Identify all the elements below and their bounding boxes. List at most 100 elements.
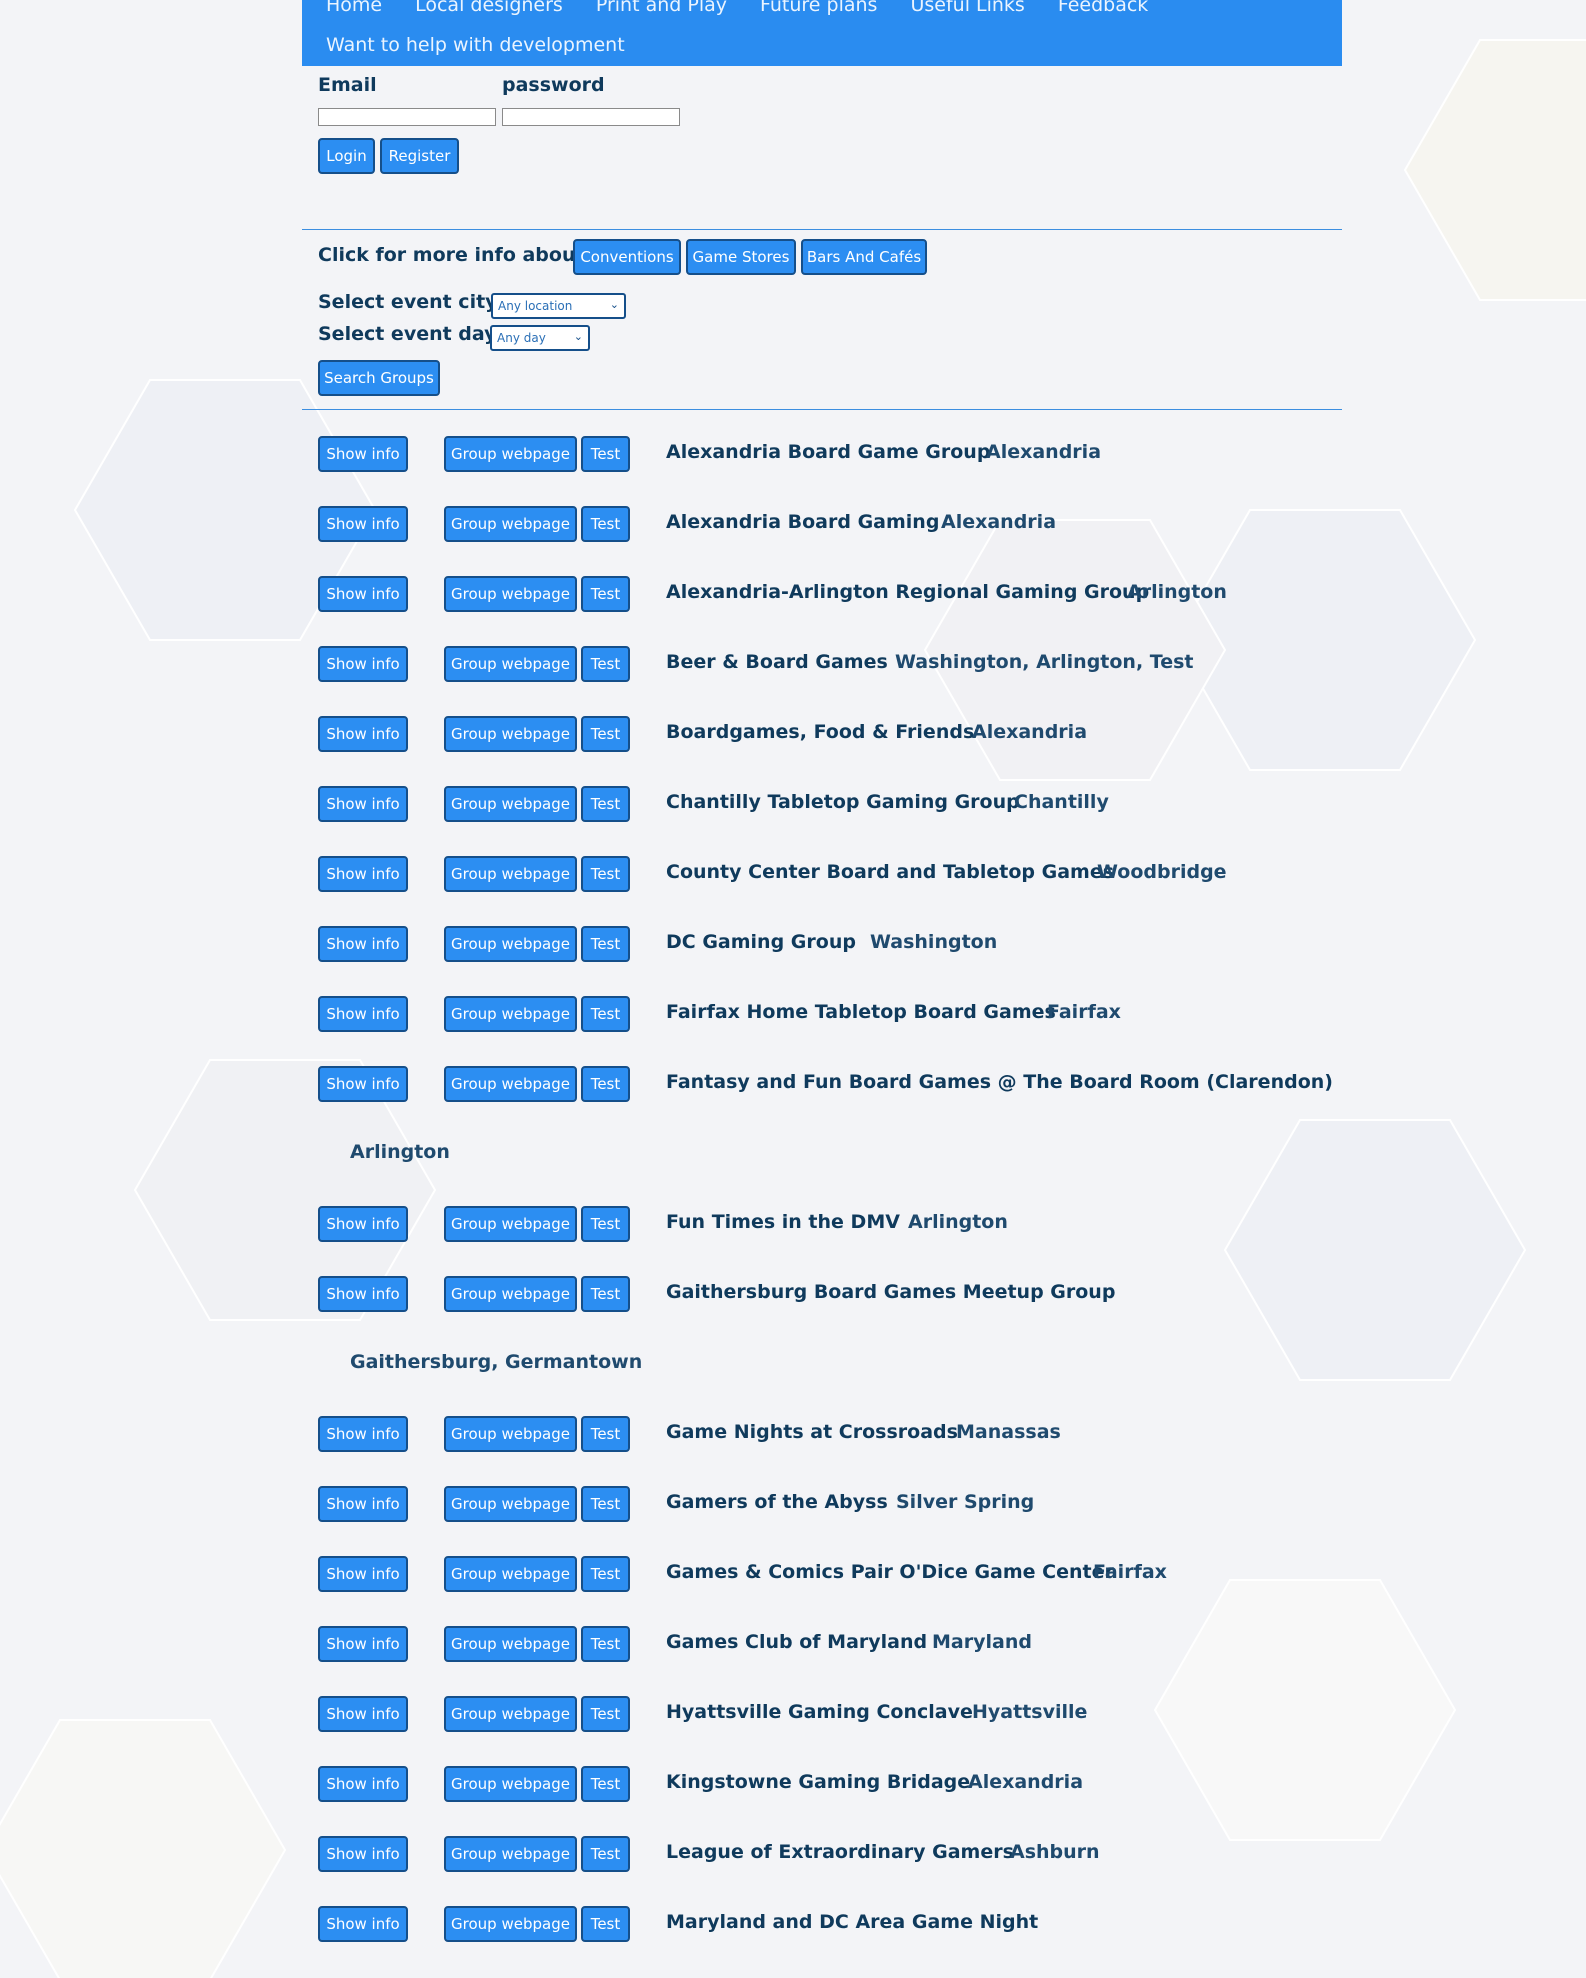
show-info-button[interactable]: Show info bbox=[318, 716, 408, 752]
bars-and-cafes-button[interactable]: Bars And Cafés bbox=[801, 239, 927, 275]
group-name: Games & Comics Pair O'Dice Game Center bbox=[666, 1561, 1114, 1583]
group-webpage-button[interactable]: Group webpage bbox=[444, 786, 577, 822]
show-info-button[interactable]: Show info bbox=[318, 1066, 408, 1102]
divider-top bbox=[302, 229, 1342, 230]
nav-future-plans[interactable]: Future plans bbox=[760, 0, 877, 16]
group-webpage-button[interactable]: Group webpage bbox=[444, 1766, 577, 1802]
chevron-down-icon: ⌄ bbox=[609, 298, 619, 311]
group-webpage-button[interactable]: Group webpage bbox=[444, 506, 577, 542]
group-webpage-button[interactable]: Group webpage bbox=[444, 1696, 577, 1732]
test-button[interactable]: Test bbox=[581, 646, 630, 682]
test-button[interactable]: Test bbox=[581, 1486, 630, 1522]
day-select[interactable]: Any day ⌄ bbox=[490, 325, 590, 351]
group-name: Gaithersburg Board Games Meetup Group bbox=[666, 1281, 1116, 1303]
test-button[interactable]: Test bbox=[581, 1066, 630, 1102]
search-groups-button[interactable]: Search Groups bbox=[318, 360, 440, 396]
show-info-button[interactable]: Show info bbox=[318, 996, 408, 1032]
nav-home[interactable]: Home bbox=[326, 0, 382, 16]
divider-bottom bbox=[302, 409, 1342, 410]
group-webpage-button[interactable]: Group webpage bbox=[444, 1416, 577, 1452]
nav-feedback[interactable]: Feedback bbox=[1058, 0, 1148, 16]
password-field[interactable] bbox=[502, 108, 680, 126]
group-webpage-button[interactable]: Group webpage bbox=[444, 1206, 577, 1242]
group-webpage-button[interactable]: Group webpage bbox=[444, 436, 577, 472]
group-name: Kingstowne Gaming Bridage bbox=[666, 1771, 971, 1793]
test-button[interactable]: Test bbox=[581, 856, 630, 892]
show-info-button[interactable]: Show info bbox=[318, 436, 408, 472]
nav-local-designers[interactable]: Local designers bbox=[415, 0, 563, 16]
group-webpage-button[interactable]: Group webpage bbox=[444, 1556, 577, 1592]
group-webpage-button[interactable]: Group webpage bbox=[444, 576, 577, 612]
show-info-button[interactable]: Show info bbox=[318, 1696, 408, 1732]
group-webpage-button[interactable]: Group webpage bbox=[444, 1906, 577, 1942]
show-info-button[interactable]: Show info bbox=[318, 1766, 408, 1802]
show-info-button[interactable]: Show info bbox=[318, 506, 408, 542]
show-info-button[interactable]: Show info bbox=[318, 1416, 408, 1452]
group-city: Arlington bbox=[1127, 581, 1227, 603]
group-webpage-button[interactable]: Group webpage bbox=[444, 856, 577, 892]
nav-print-and-play[interactable]: Print and Play bbox=[596, 0, 727, 16]
test-button[interactable]: Test bbox=[581, 1206, 630, 1242]
password-label: password bbox=[502, 74, 605, 96]
group-name: Game Nights at Crossroads bbox=[666, 1421, 958, 1443]
group-webpage-button[interactable]: Group webpage bbox=[444, 646, 577, 682]
city-label: Select event city: bbox=[318, 291, 506, 313]
show-info-button[interactable]: Show info bbox=[318, 856, 408, 892]
group-webpage-button[interactable]: Group webpage bbox=[444, 996, 577, 1032]
test-button[interactable]: Test bbox=[581, 786, 630, 822]
group-webpage-button[interactable]: Group webpage bbox=[444, 1836, 577, 1872]
group-webpage-button[interactable]: Group webpage bbox=[444, 1066, 577, 1102]
test-button[interactable]: Test bbox=[581, 1276, 630, 1312]
show-info-button[interactable]: Show info bbox=[318, 1906, 408, 1942]
test-button[interactable]: Test bbox=[581, 1696, 630, 1732]
test-button[interactable]: Test bbox=[581, 996, 630, 1032]
show-info-button[interactable]: Show info bbox=[318, 1486, 408, 1522]
group-city: Manassas bbox=[956, 1421, 1061, 1443]
group-name: Chantilly Tabletop Gaming Group bbox=[666, 791, 1020, 813]
show-info-button[interactable]: Show info bbox=[318, 646, 408, 682]
register-button[interactable]: Register bbox=[380, 138, 459, 174]
test-button[interactable]: Test bbox=[581, 506, 630, 542]
test-button[interactable]: Test bbox=[581, 716, 630, 752]
nav-help-development[interactable]: Want to help with development bbox=[326, 34, 625, 56]
test-button[interactable]: Test bbox=[581, 576, 630, 612]
test-button[interactable]: Test bbox=[581, 436, 630, 472]
group-webpage-button[interactable]: Group webpage bbox=[444, 926, 577, 962]
group-name: Games Club of Maryland bbox=[666, 1631, 928, 1653]
test-button[interactable]: Test bbox=[581, 1766, 630, 1802]
test-button[interactable]: Test bbox=[581, 1906, 630, 1942]
group-name: Hyattsville Gaming Conclave bbox=[666, 1701, 973, 1723]
group-name: County Center Board and Tabletop Games bbox=[666, 861, 1115, 883]
group-city: Arlington bbox=[908, 1211, 1008, 1233]
group-webpage-button[interactable]: Group webpage bbox=[444, 1626, 577, 1662]
show-info-button[interactable]: Show info bbox=[318, 786, 408, 822]
group-name: Beer & Board Games bbox=[666, 651, 888, 673]
email-field[interactable] bbox=[318, 108, 496, 126]
test-button[interactable]: Test bbox=[581, 1556, 630, 1592]
group-city: Hyattsville bbox=[972, 1701, 1088, 1723]
group-name: Alexandria-Arlington Regional Gaming Gro… bbox=[666, 581, 1150, 603]
show-info-button[interactable]: Show info bbox=[318, 1276, 408, 1312]
show-info-button[interactable]: Show info bbox=[318, 1206, 408, 1242]
city-select[interactable]: Any location ⌄ bbox=[491, 293, 626, 319]
group-webpage-button[interactable]: Group webpage bbox=[444, 716, 577, 752]
info-label: Click for more info about bbox=[318, 244, 585, 266]
conventions-button[interactable]: Conventions bbox=[573, 239, 681, 275]
show-info-button[interactable]: Show info bbox=[318, 576, 408, 612]
top-navbar: Home Local designers Print and Play Futu… bbox=[302, 0, 1342, 66]
show-info-button[interactable]: Show info bbox=[318, 1836, 408, 1872]
test-button[interactable]: Test bbox=[581, 1626, 630, 1662]
test-button[interactable]: Test bbox=[581, 1416, 630, 1452]
test-button[interactable]: Test bbox=[581, 1836, 630, 1872]
show-info-button[interactable]: Show info bbox=[318, 1556, 408, 1592]
game-stores-button[interactable]: Game Stores bbox=[686, 239, 796, 275]
group-webpage-button[interactable]: Group webpage bbox=[444, 1276, 577, 1312]
test-button[interactable]: Test bbox=[581, 926, 630, 962]
nav-useful-links[interactable]: Useful Links bbox=[910, 0, 1024, 16]
show-info-button[interactable]: Show info bbox=[318, 1626, 408, 1662]
login-button[interactable]: Login bbox=[318, 138, 375, 174]
group-webpage-button[interactable]: Group webpage bbox=[444, 1486, 577, 1522]
day-select-value: Any day bbox=[497, 331, 546, 345]
show-info-button[interactable]: Show info bbox=[318, 926, 408, 962]
group-name: Fun Times in the DMV bbox=[666, 1211, 900, 1233]
